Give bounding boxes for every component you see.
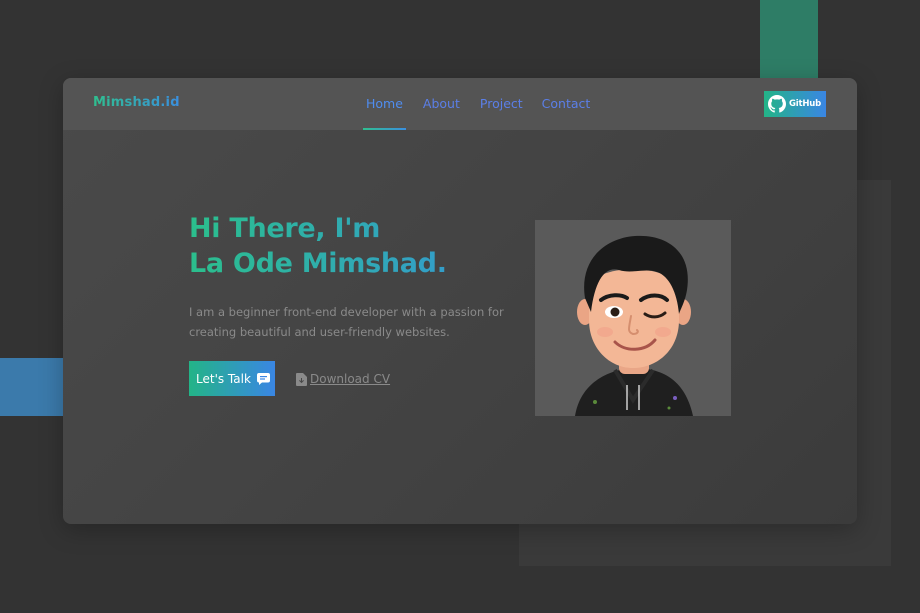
hero-title: Hi There, I'm La Ode Mimshad. (189, 211, 509, 281)
hero-card: Mimshad.id Home About Project Contact Gi… (63, 78, 857, 524)
lets-talk-label: Let's Talk (196, 371, 251, 386)
nav-item-label: Project (479, 96, 523, 111)
avatar-illustration (575, 235, 693, 416)
chat-icon (256, 372, 270, 385)
navbar: Mimshad.id Home About Project Contact Gi… (63, 78, 857, 130)
github-icon (768, 95, 786, 113)
nav-item-label: Contact (541, 96, 591, 111)
decorative-blue-block (0, 358, 64, 416)
decorative-green-block (760, 0, 818, 80)
file-download-icon (296, 372, 307, 386)
lets-talk-button[interactable]: Let's Talk (189, 361, 275, 396)
nav-links: Home About Project Contact (363, 78, 590, 130)
nav-item-project[interactable]: Project (480, 78, 523, 130)
github-label: GitHub (789, 99, 822, 109)
hero-title-line1: Hi There, I'm (189, 213, 381, 244)
brand-logo[interactable]: Mimshad.id (93, 95, 180, 110)
nav-item-label: About (422, 96, 460, 111)
active-nav-indicator (363, 128, 406, 130)
avatar (535, 220, 731, 416)
nav-item-about[interactable]: About (423, 78, 460, 130)
nav-item-home[interactable]: Home (363, 78, 406, 130)
download-cv-link[interactable]: Download CV (296, 372, 390, 386)
github-button[interactable]: GitHub (764, 91, 826, 117)
nav-item-contact[interactable]: Contact (542, 78, 591, 130)
hero-title-line2: La Ode Mimshad. (189, 248, 447, 279)
hero-description: I am a beginner front-end developer with… (189, 305, 504, 339)
download-cv-label: Download CV (310, 372, 391, 386)
nav-item-label: Home (366, 96, 403, 111)
